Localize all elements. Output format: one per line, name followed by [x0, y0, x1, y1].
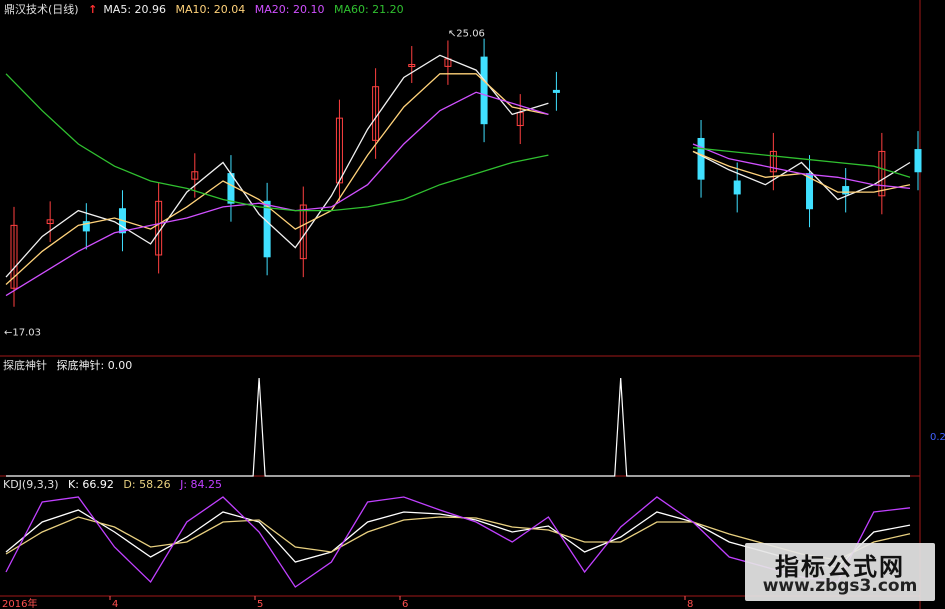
x-axis-month-label: 8 — [687, 599, 693, 609]
candle-body — [697, 137, 705, 180]
candle-body — [842, 186, 850, 195]
watermark: 指标公式网 www.zbgs3.com — [745, 543, 935, 601]
ma20-label: MA20: 20.10 — [254, 3, 325, 16]
kdj-j-value: J: 84.25 — [180, 478, 223, 491]
kdj-title: KDJ(9,3,3) — [3, 478, 59, 491]
candle-body — [480, 56, 488, 125]
ma5-label: MA5: 20.96 — [103, 3, 167, 16]
main-chart-header: 鼎汉技术(日线) ↑ MA5: 20.96 MA10: 20.04 MA20: 2… — [4, 3, 410, 17]
candle-body — [552, 89, 560, 93]
low-price-label: ←17.03 — [4, 327, 41, 338]
ma-series-line-ma20 — [5, 91, 911, 297]
ma60-label: MA60: 21.20 — [333, 3, 404, 16]
x-axis-year-label: 2016年 — [2, 597, 37, 609]
x-axis-month-label: 4 — [112, 599, 118, 609]
ma-series-line-ma60 — [5, 73, 911, 212]
indicator-spike-line — [6, 377, 910, 477]
stock-chart: 2016年 4 5 6 8 ↖25.06 ←17.03 0.2 — [0, 0, 945, 609]
kdj-k-value: K: 66.92 — [68, 478, 114, 491]
ma-series-line-ma5 — [5, 54, 911, 278]
indicator-axis-tick: 0.2 — [930, 432, 945, 443]
x-axis-month-label: 5 — [257, 599, 263, 609]
kdj-header: KDJ(9,3,3) K: 66.92 D: 58.26 J: 84.25 — [3, 478, 228, 492]
candle-body — [263, 200, 271, 258]
indicator-title: 探底神针 — [3, 359, 47, 372]
x-axis-month-label: 6 — [402, 599, 408, 609]
up-arrow-icon: ↑ — [88, 3, 98, 16]
candle-body — [733, 180, 741, 195]
indicator-header: 探底神针 探底神针: 0.00 — [3, 359, 138, 373]
high-price-label: ↖25.06 — [448, 29, 485, 40]
kdj-d-value: D: 58.26 — [123, 478, 171, 491]
candle-body — [914, 149, 922, 173]
watermark-url: www.zbgs3.com — [762, 576, 918, 596]
ma10-label: MA10: 20.04 — [175, 3, 246, 16]
chart-title: 鼎汉技术(日线) — [4, 3, 79, 16]
indicator-value: 探底神针: 0.00 — [56, 359, 133, 372]
